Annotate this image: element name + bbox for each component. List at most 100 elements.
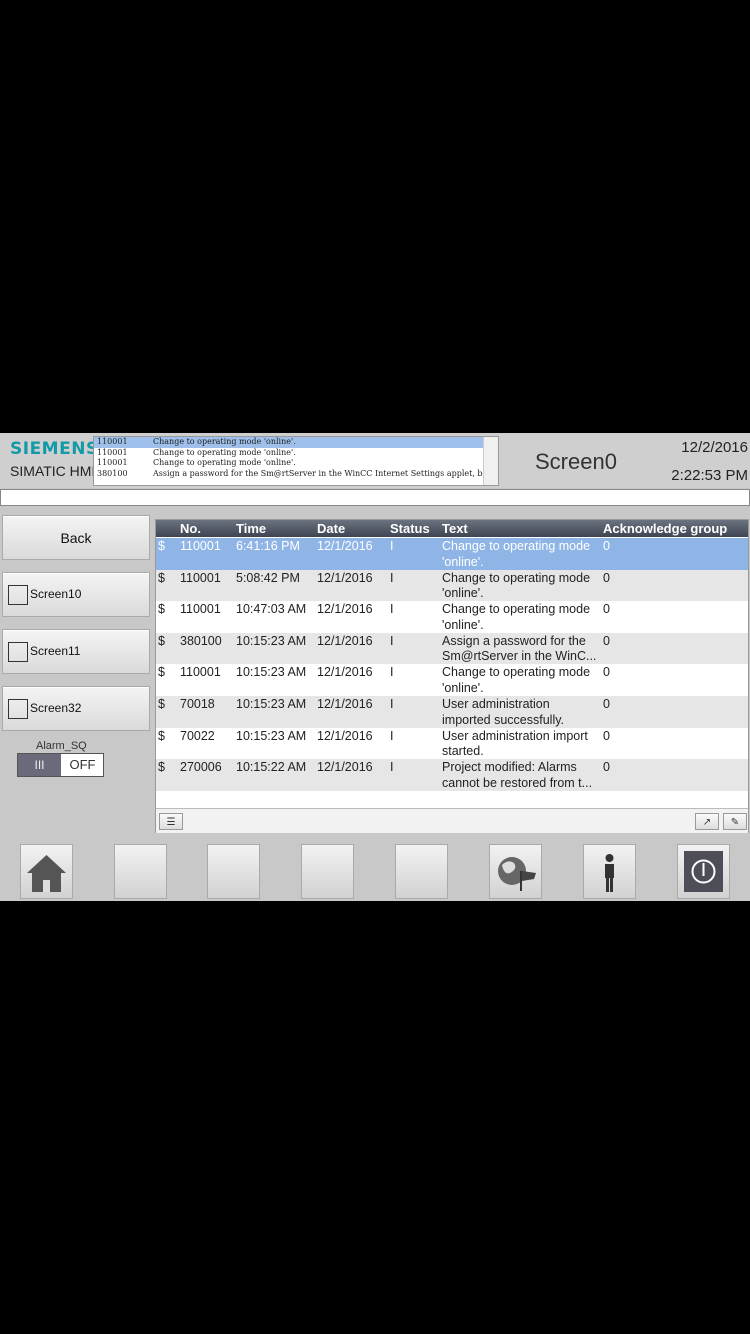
alarm-rows: $110001 6:41:16 PM 12/1/2016 I Change to ope… bbox=[156, 538, 748, 791]
row-status: I bbox=[390, 696, 394, 711]
home-button[interactable] bbox=[20, 844, 73, 899]
row-no: 110001 bbox=[180, 570, 221, 585]
row-flag: $ bbox=[158, 665, 165, 680]
alarm-row[interactable]: $110001 6:41:16 PM 12/1/2016 I Change to ope… bbox=[156, 538, 748, 570]
function-key-2[interactable] bbox=[114, 844, 167, 899]
mini-alarm-row[interactable]: 110001 Change to operating mode 'online'… bbox=[94, 437, 498, 448]
toggle-knob[interactable]: III bbox=[18, 754, 61, 776]
col-time[interactable]: Time bbox=[236, 521, 266, 536]
screen10-button[interactable]: Screen10 bbox=[2, 572, 150, 617]
screen-title: Screen0 bbox=[535, 449, 617, 474]
row-text: Assign a password for the Sm@rtServer in… bbox=[442, 633, 597, 664]
row-time: 5:08:42 PM bbox=[236, 570, 300, 585]
alarm-sq-toggle[interactable]: III OFF bbox=[17, 753, 104, 777]
mini-alarm-window[interactable]: 110001 Change to operating mode 'online'… bbox=[93, 436, 499, 486]
alarm-row[interactable]: $110001 10:47:03 AM 12/1/2016 I Change to op… bbox=[156, 601, 748, 633]
alarm-sq-label: Alarm_SQ bbox=[36, 740, 87, 752]
row-status: I bbox=[390, 728, 394, 743]
row-text: Change to operating mode 'online'. bbox=[442, 570, 591, 601]
brand-logo: SIEMENS bbox=[10, 439, 99, 459]
row-text: Change to operating mode 'online'. bbox=[442, 665, 591, 695]
row-status: I bbox=[390, 602, 394, 617]
row-time: 10:15:23 AM bbox=[236, 665, 307, 680]
row-date: 12/1/2016 bbox=[317, 728, 373, 743]
row-time: 10:15:23 AM bbox=[236, 696, 307, 711]
hmi-panel: SIEMENS SIMATIC HMI 110001 Change to ope… bbox=[0, 433, 750, 901]
alarm-row[interactable]: $70022 10:15:23 AM 12/1/2016 I User administ… bbox=[156, 728, 748, 760]
message-bar bbox=[0, 489, 750, 506]
col-status[interactable]: Status bbox=[390, 521, 430, 536]
row-no: 70018 bbox=[180, 696, 215, 711]
function-key-4[interactable] bbox=[301, 844, 354, 899]
alarm-view[interactable]: No. Time Date Status Text Acknowledge gr… bbox=[155, 519, 749, 833]
col-text[interactable]: Text bbox=[442, 521, 468, 536]
mini-alarm-text: Change to operating mode 'online'. bbox=[153, 447, 296, 457]
mini-alarm-no: 380100 bbox=[97, 468, 128, 478]
brand-subtitle: SIMATIC HMI bbox=[10, 463, 96, 479]
row-ack: 0 bbox=[603, 539, 610, 553]
info-button[interactable]: ☰ bbox=[159, 813, 183, 830]
back-button[interactable]: Back bbox=[2, 515, 150, 560]
row-date: 12/1/2016 bbox=[317, 696, 373, 711]
acknowledge-button[interactable]: ↗ bbox=[695, 813, 719, 830]
row-text: Project modified: Alarms cannot be resto… bbox=[442, 760, 593, 790]
function-key-3[interactable] bbox=[207, 844, 260, 899]
alarm-row[interactable]: $380100 10:15:23 AM 12/1/2016 I Assign a pas… bbox=[156, 632, 748, 665]
mini-alarm-scrollbar[interactable] bbox=[483, 437, 498, 485]
function-key-bar bbox=[0, 841, 750, 901]
row-flag: $ bbox=[158, 696, 165, 711]
row-no: 70022 bbox=[180, 728, 215, 743]
row-flag: $ bbox=[158, 760, 165, 775]
alarm-table-header: No. Time Date Status Text Acknowledge gr… bbox=[156, 520, 748, 537]
mini-alarm-no: 110001 bbox=[97, 447, 128, 457]
mini-alarm-row[interactable]: 110001 Change to operating mode 'online'… bbox=[94, 448, 498, 459]
mini-alarm-row[interactable]: 380100 Assign a password for the Sm@rtSe… bbox=[94, 469, 498, 480]
row-date: 12/1/2016 bbox=[317, 760, 373, 775]
row-no: 380100 bbox=[180, 633, 222, 648]
row-no: 110001 bbox=[180, 665, 221, 680]
row-flag: $ bbox=[158, 570, 165, 585]
user-button[interactable] bbox=[583, 844, 636, 899]
alarm-row[interactable]: $110001 10:15:23 AM 12/1/2016 I Change to op… bbox=[156, 664, 748, 696]
row-status: I bbox=[390, 665, 394, 680]
row-status: I bbox=[390, 760, 394, 775]
row-text: User administration import started. bbox=[442, 728, 588, 759]
col-ack-group[interactable]: Acknowledge group bbox=[603, 521, 727, 536]
row-ack: 0 bbox=[603, 760, 610, 775]
row-date: 12/1/2016 bbox=[317, 539, 373, 553]
row-date: 12/1/2016 bbox=[317, 665, 373, 680]
row-date: 12/1/2016 bbox=[317, 602, 373, 617]
col-date[interactable]: Date bbox=[317, 521, 345, 536]
mini-alarm-row[interactable]: 110001 Change to operating mode 'online'… bbox=[94, 458, 498, 469]
row-time: 10:15:22 AM bbox=[236, 760, 307, 775]
alarm-row[interactable]: $110001 5:08:42 PM 12/1/2016 I Change to ope… bbox=[156, 569, 748, 602]
screen11-button[interactable]: Screen11 bbox=[2, 629, 150, 674]
row-time: 10:15:23 AM bbox=[236, 728, 307, 743]
header-bar: SIEMENS SIMATIC HMI 110001 Change to ope… bbox=[0, 433, 750, 488]
alarm-row[interactable]: $70018 10:15:23 AM 12/1/2016 I User administ… bbox=[156, 695, 748, 728]
checkbox-icon bbox=[8, 699, 28, 719]
edit-button[interactable]: ✎ bbox=[723, 813, 747, 830]
row-ack: 0 bbox=[603, 602, 610, 617]
user-icon bbox=[605, 854, 614, 892]
checkbox-icon bbox=[8, 585, 28, 605]
row-text: User administration imported successfull… bbox=[442, 696, 565, 727]
row-date: 12/1/2016 bbox=[317, 633, 373, 648]
row-no: 270006 bbox=[180, 760, 222, 775]
screen32-label: Screen32 bbox=[30, 701, 82, 715]
language-button[interactable] bbox=[489, 844, 542, 899]
row-ack: 0 bbox=[603, 696, 610, 711]
row-time: 10:47:03 AM bbox=[236, 602, 307, 617]
home-icon bbox=[27, 855, 66, 892]
row-no: 110001 bbox=[180, 539, 221, 553]
function-key-5[interactable] bbox=[395, 844, 448, 899]
col-no[interactable]: No. bbox=[180, 521, 201, 536]
screen32-button[interactable]: Screen32 bbox=[2, 686, 150, 731]
power-button[interactable] bbox=[677, 844, 730, 899]
time-display: 2:22:53 PM bbox=[671, 467, 748, 484]
row-ack: 0 bbox=[603, 570, 610, 585]
alarm-row[interactable]: $270006 10:15:22 AM 12/1/2016 I Project modi… bbox=[156, 759, 748, 791]
row-ack: 0 bbox=[603, 633, 610, 648]
row-time: 6:41:16 PM bbox=[236, 539, 300, 553]
row-status: I bbox=[390, 539, 394, 553]
